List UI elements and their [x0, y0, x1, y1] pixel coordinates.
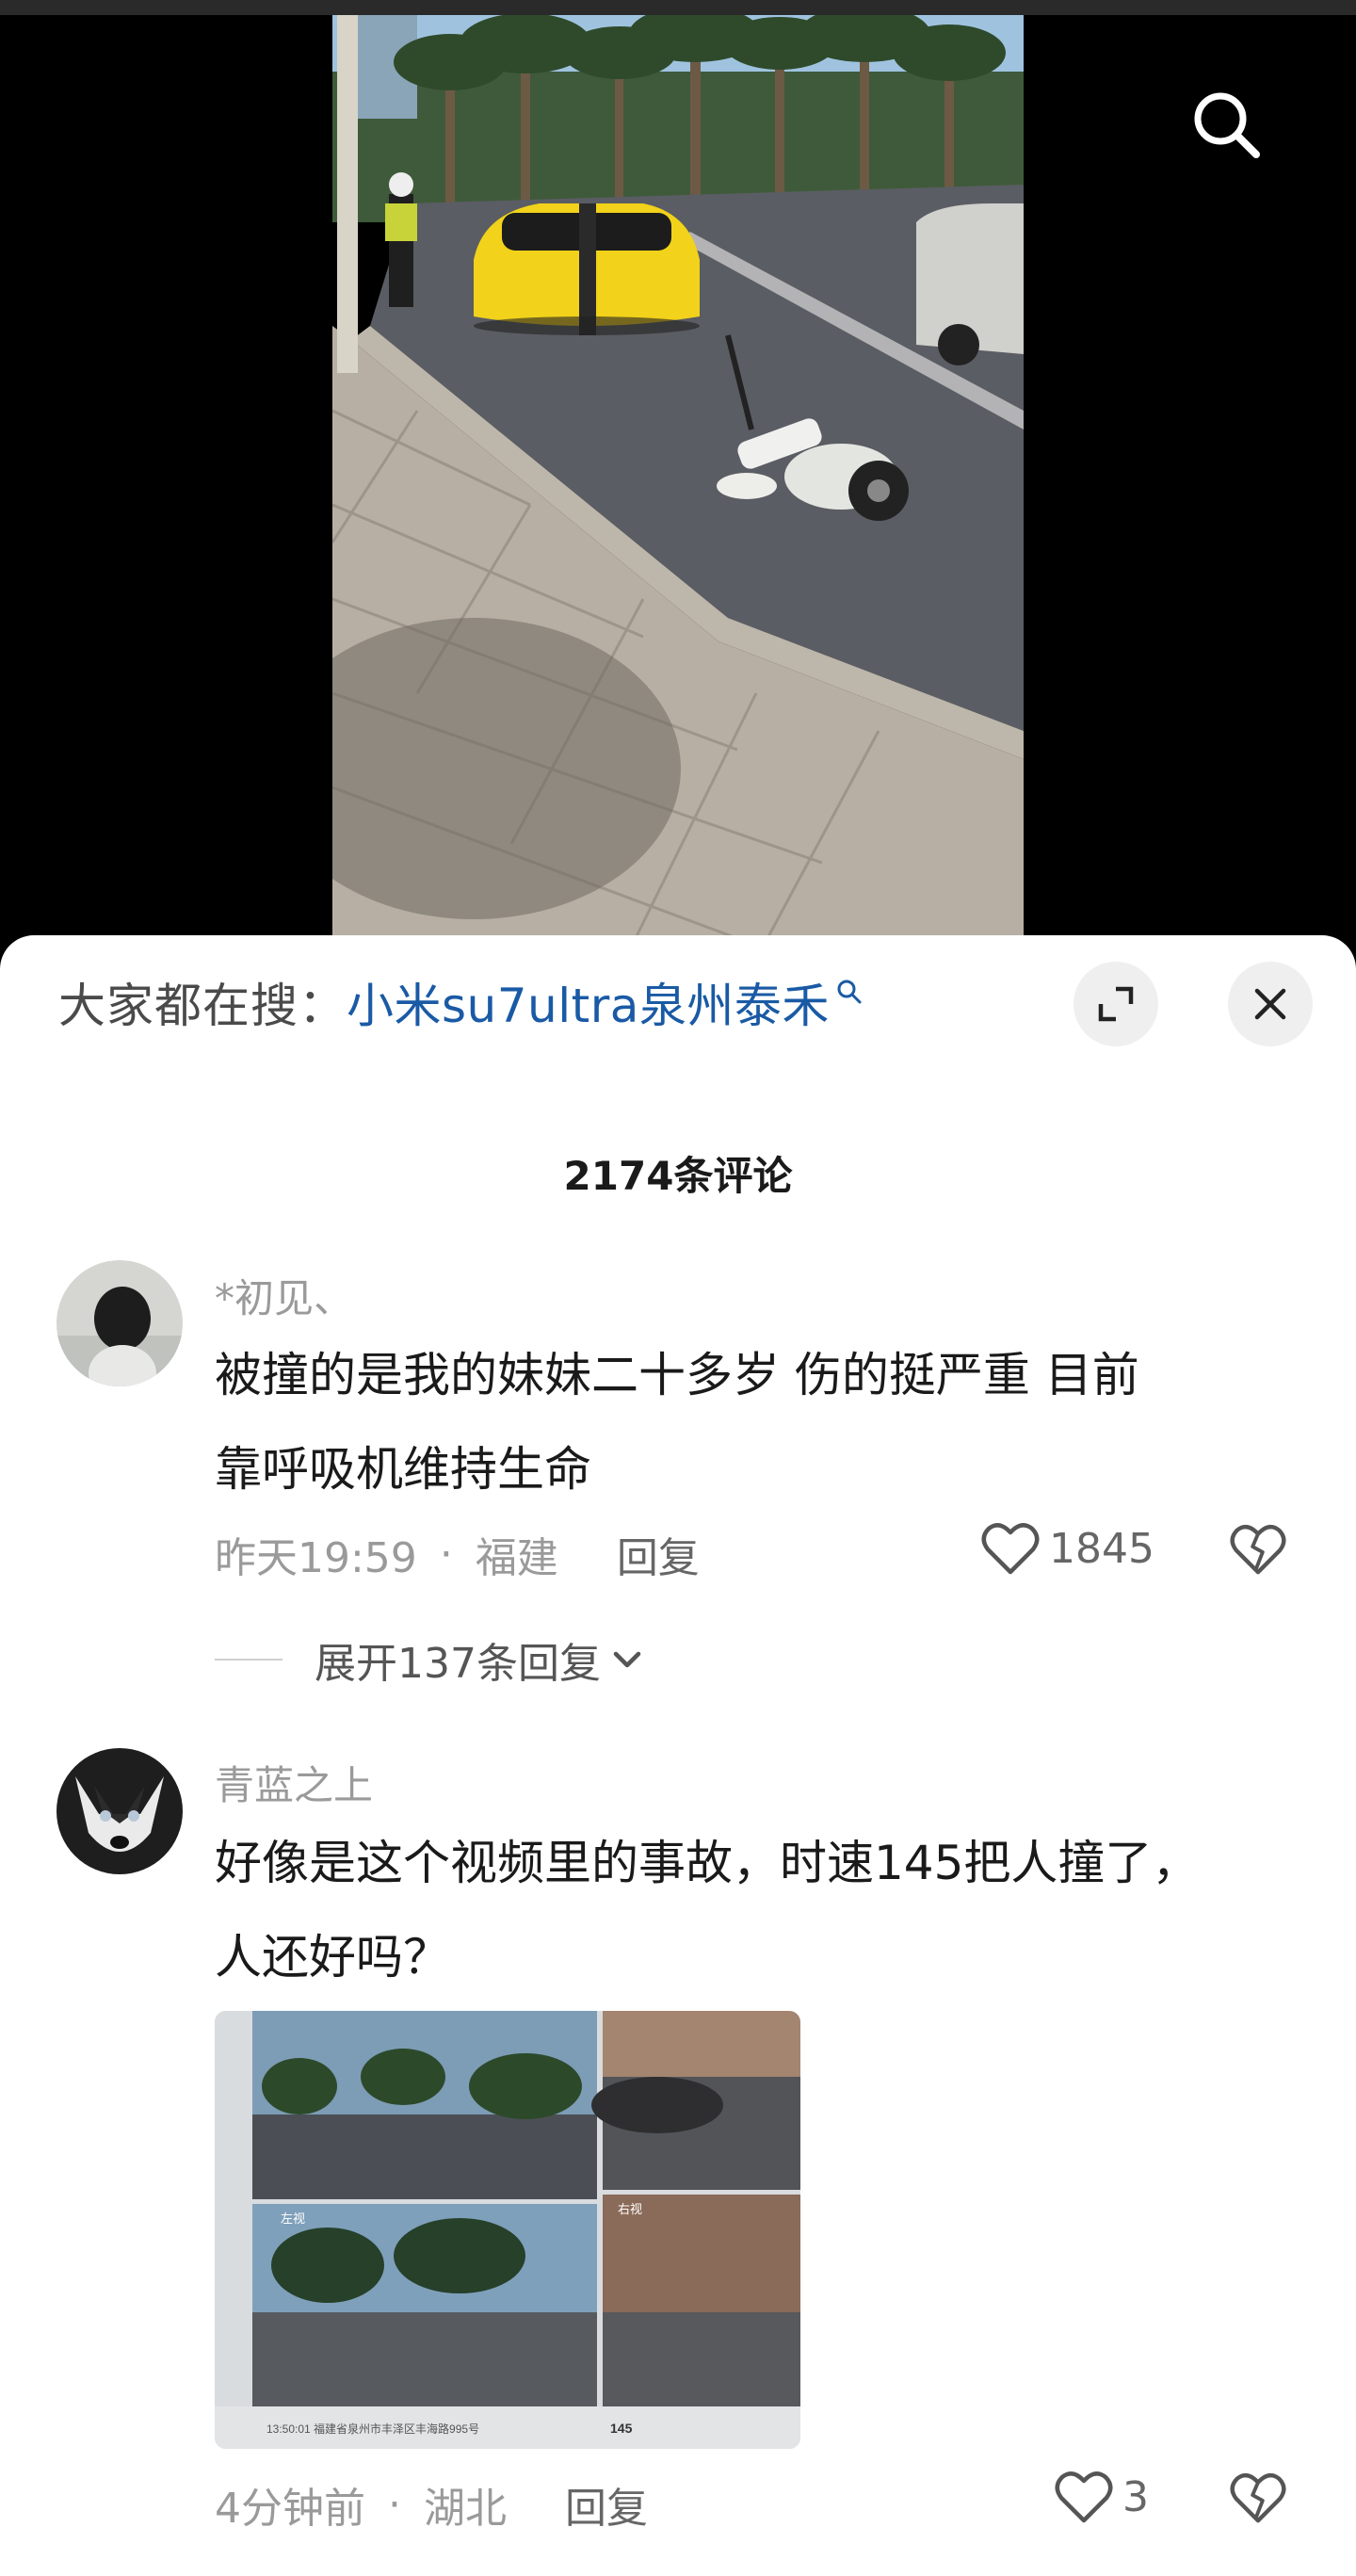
broken-heart-icon[interactable] — [1230, 1522, 1286, 1577]
expand-replies-label: 展开137条回复 — [315, 1640, 601, 1688]
heart-icon — [1055, 2471, 1113, 2523]
expand-button[interactable] — [1074, 962, 1158, 1046]
like-count: 3 — [1122, 2472, 1149, 2521]
like-button[interactable]: 1845 — [981, 1521, 1154, 1576]
comment-text-line: 被撞的是我的妹妹二十多岁 伤的挺严重 目前 — [215, 1348, 1139, 1402]
like-count: 1845 — [1049, 1524, 1154, 1573]
comment-username[interactable]: *初见、 — [215, 1267, 353, 1324]
reply-button[interactable]: 回复 — [617, 1524, 700, 1584]
comment-text-line: 靠呼吸机维持生命 — [215, 1442, 591, 1497]
search-icon[interactable] — [1188, 87, 1264, 162]
meta-separator: · — [439, 1530, 453, 1579]
trending-search-prefix: 大家都在搜： — [58, 979, 347, 1033]
divider — [215, 1659, 282, 1661]
comment-text: 好像是这个视频里的事故，时速145把人撞了， 人还好吗？ — [215, 1816, 1316, 2004]
chevron-down-icon — [613, 1651, 641, 1668]
image-caption: 13:50:01 福建省泉州市丰泽区丰海路995号 — [266, 2422, 479, 2436]
avatar[interactable] — [56, 1260, 183, 1386]
video-frame[interactable] — [332, 15, 1024, 942]
comment-meta: 昨天19:59 · 福建 回复 — [215, 1524, 700, 1584]
comment-time: 4分钟前 — [215, 2485, 365, 2533]
trending-search-link[interactable]: 小米su7ultra泉州泰禾 — [347, 968, 830, 1036]
video-still — [332, 15, 1024, 942]
expand-replies-button[interactable]: 展开137条回复 — [215, 1629, 644, 1690]
close-button[interactable] — [1228, 962, 1313, 1046]
video-player[interactable] — [0, 0, 1356, 956]
comment-location: 福建 — [475, 1534, 558, 1582]
image-speed: 145 — [610, 2421, 633, 2436]
comment-meta: 4分钟前 · 湖北 回复 — [215, 2474, 648, 2535]
avatar-image — [56, 1748, 183, 1874]
avatar[interactable] — [56, 1748, 183, 1874]
reply-button[interactable]: 回复 — [565, 2474, 648, 2535]
heart-icon — [981, 1523, 1040, 1575]
close-icon — [1254, 988, 1286, 1020]
comment-text-line: 好像是这个视频里的事故，时速145把人撞了， — [215, 1836, 1200, 1890]
comment-username[interactable]: 青蓝之上 — [215, 1754, 373, 1811]
trending-search-row[interactable]: 大家都在搜： 小米su7ultra泉州泰禾 — [58, 969, 864, 1035]
comment-text-line: 人还好吗？ — [215, 1930, 450, 1985]
comment-image[interactable]: 左视 右视 13:50:01 福建省泉州市丰泽区丰海路995号 145 — [215, 2011, 800, 2449]
broken-heart-icon[interactable] — [1230, 2471, 1286, 2525]
status-bar — [0, 0, 1356, 15]
avatar-image — [56, 1260, 183, 1386]
dashcam-screenshot: 左视 右视 13:50:01 福建省泉州市丰泽区丰海路995号 145 — [215, 2011, 800, 2449]
comment-count: 2174条评论 — [563, 1153, 793, 1199]
comment-text: 被撞的是我的妹妹二十多岁 伤的挺严重 目前 靠呼吸机维持生命 — [215, 1328, 1316, 1516]
comment-location: 湖北 — [424, 2485, 507, 2533]
comment-time: 昨天19:59 — [215, 1534, 417, 1582]
like-button[interactable]: 3 — [1055, 2470, 1149, 2524]
image-label-right: 右视 — [618, 2202, 642, 2216]
image-label-left: 左视 — [281, 2211, 305, 2226]
expand-icon — [1098, 986, 1134, 1022]
search-icon — [837, 980, 862, 1004]
meta-separator: · — [388, 2480, 401, 2529]
